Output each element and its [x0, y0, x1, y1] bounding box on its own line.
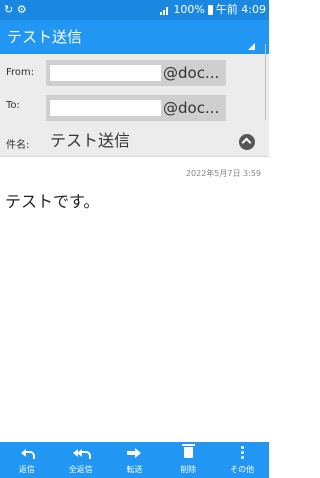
reply-label: 返信 [18, 465, 35, 474]
clock: 午前 4:09 [215, 3, 266, 16]
subject-label: 件名: [6, 140, 30, 151]
signal-icon [160, 5, 170, 15]
from-domain: @doc... [163, 64, 220, 82]
collapse-header-button[interactable] [239, 134, 255, 150]
address-panel: From: @doc... To: @doc... 件名: テスト送信 [0, 54, 269, 156]
app-header: テスト送信 [0, 20, 269, 54]
battery-icon [207, 5, 213, 15]
from-label: From: [6, 67, 35, 78]
reply-all-button[interactable]: 全返信 [54, 442, 108, 478]
menu-corner-icon[interactable] [248, 43, 255, 50]
forward-button[interactable]: 転送 [108, 442, 162, 478]
to-label: To: [6, 100, 20, 111]
battery-percent: 100% [173, 3, 205, 16]
message-body: テストです。 [5, 192, 100, 211]
to-field[interactable]: @doc... [46, 95, 226, 121]
reply-all-icon [72, 448, 91, 459]
to-address-redacted [50, 100, 161, 116]
more-label: その他 [230, 465, 255, 474]
reply-button[interactable]: 返信 [0, 442, 54, 478]
from-address-redacted [50, 65, 161, 81]
from-field[interactable]: @doc... [46, 60, 226, 86]
delete-button[interactable]: 削除 [161, 442, 215, 478]
to-domain: @doc... [163, 99, 220, 117]
delete-label: 削除 [180, 465, 197, 474]
scroll-edge-indicator [265, 44, 269, 120]
bottom-toolbar: 返信 全返信 転送 削除 その他 [0, 442, 269, 478]
trash-icon [181, 444, 195, 458]
status-bar: ↻ ⚙ 100% 午前 4:09 [0, 0, 269, 20]
notification-icons: ↻ ⚙ [4, 3, 27, 16]
forward-icon [127, 448, 142, 458]
subject-value: テスト送信 [50, 131, 131, 150]
status-indicators: 100% 午前 4:09 [160, 2, 266, 18]
message-timestamp: 2022年5月7日 3:59 [185, 169, 261, 178]
reply-icon [20, 448, 35, 459]
reply-all-label: 全返信 [68, 465, 93, 474]
forward-label: 転送 [126, 465, 143, 474]
divider [0, 156, 269, 157]
header-title: テスト送信 [7, 28, 83, 46]
more-button[interactable]: その他 [215, 442, 269, 478]
more-vert-icon [240, 446, 244, 459]
